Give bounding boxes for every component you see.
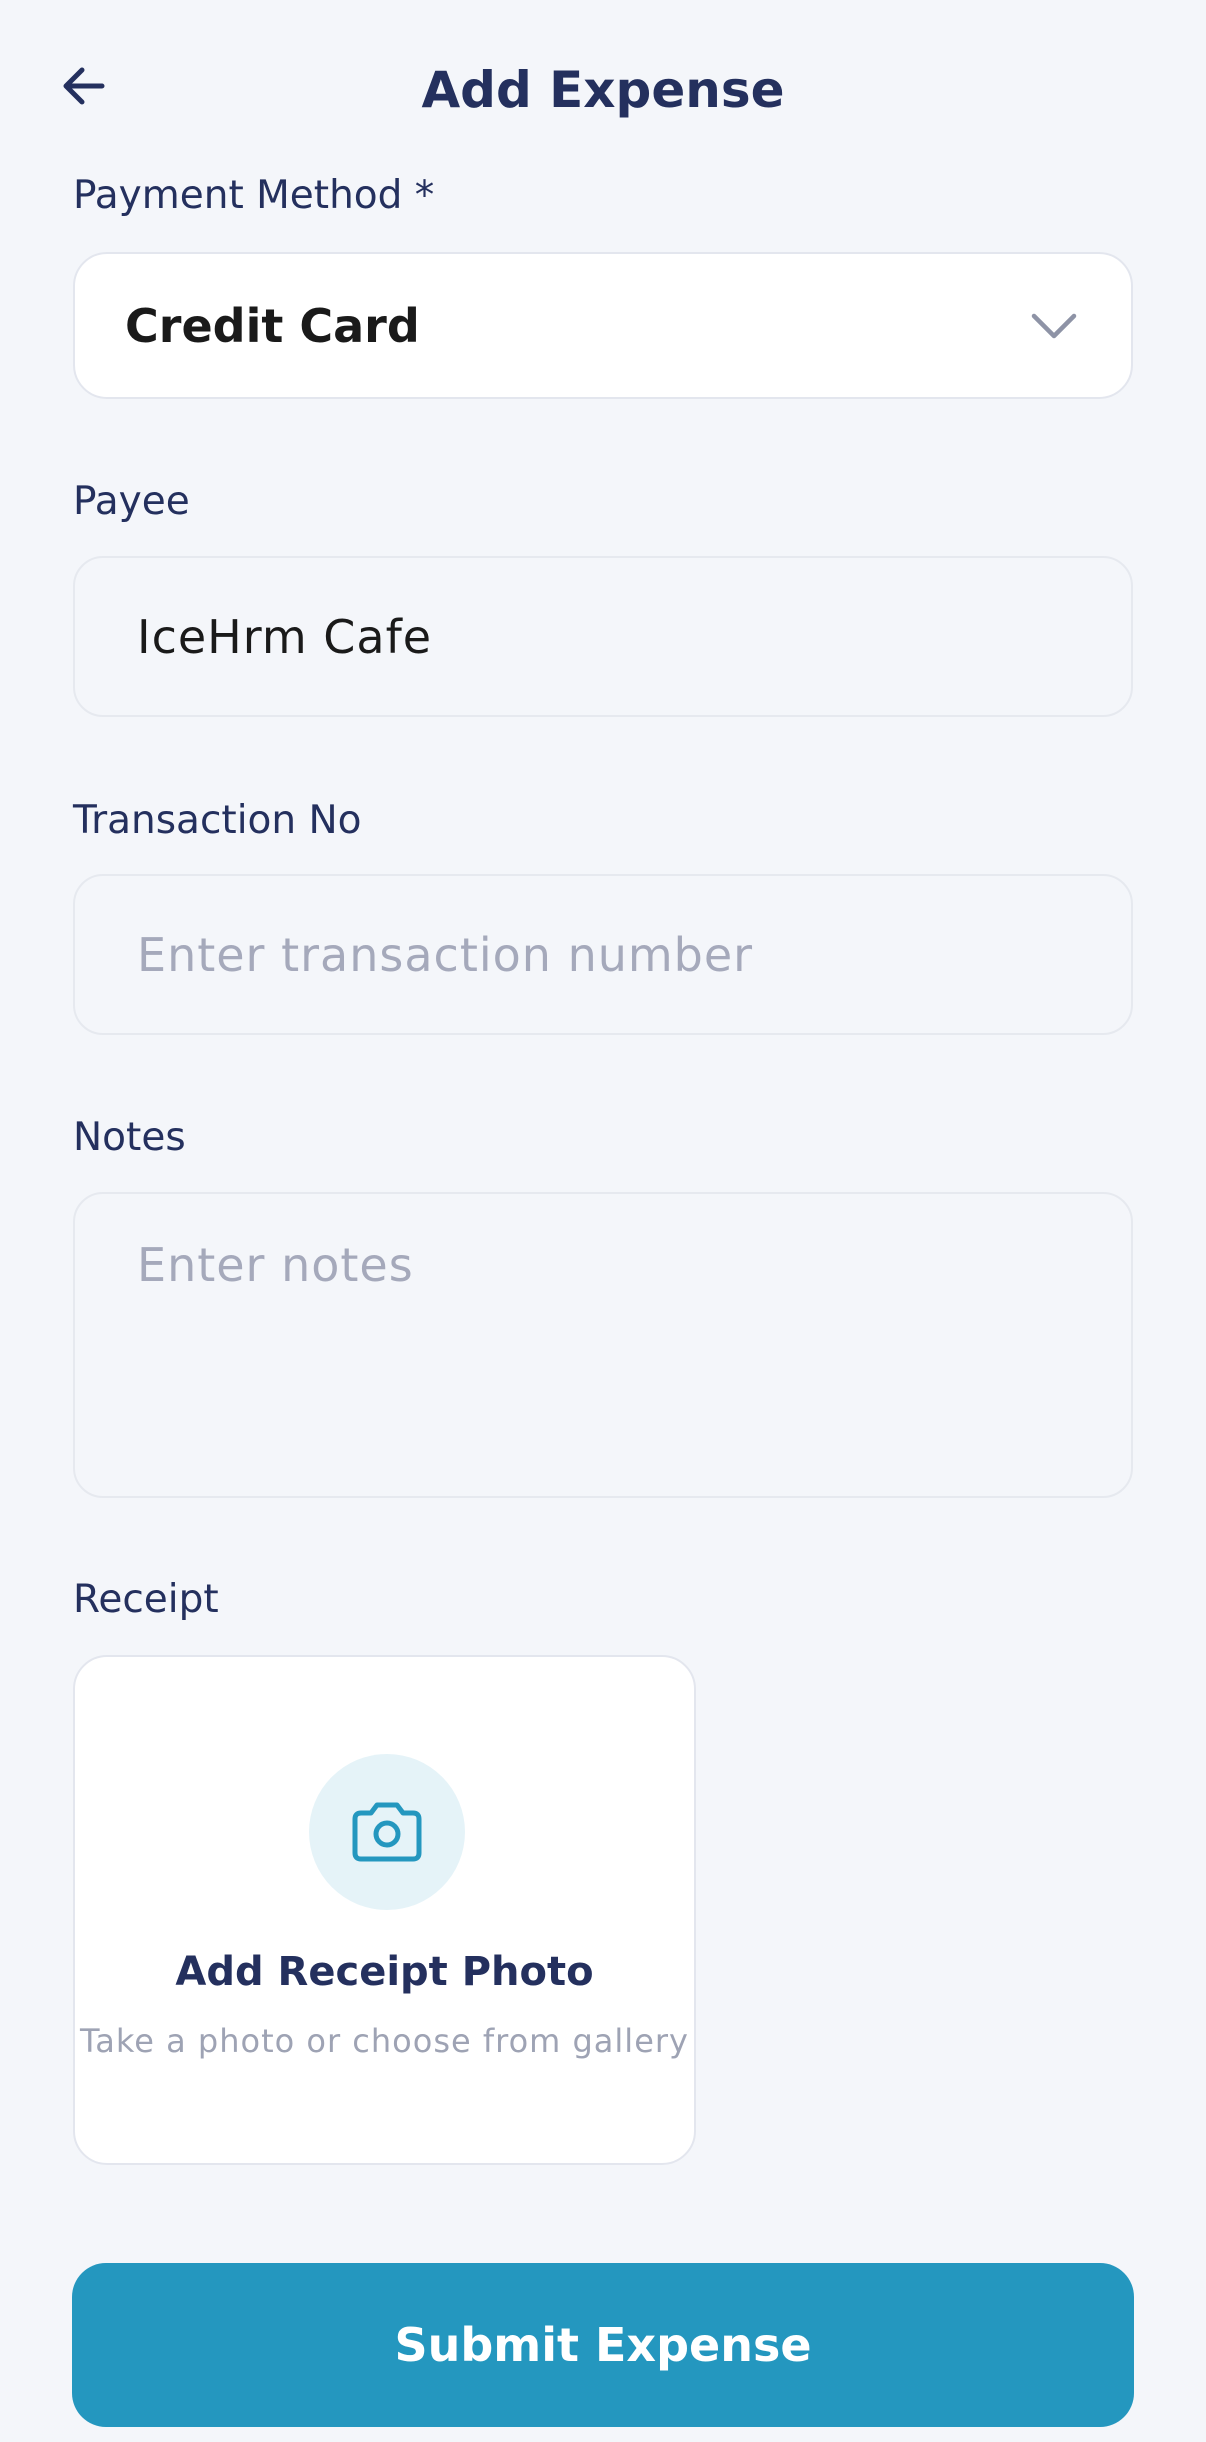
camera-icon-circle [309, 1754, 465, 1910]
header: Add Expense [0, 0, 1206, 180]
notes-input[interactable] [137, 1238, 1131, 1438]
chevron-down-icon [1031, 313, 1077, 338]
page-title: Add Expense [421, 61, 785, 119]
payee-field[interactable] [73, 556, 1133, 717]
payment-method-label: Payment Method * [73, 173, 435, 218]
payee-input[interactable] [137, 609, 1131, 664]
receipt-title: Add Receipt Photo [175, 1949, 594, 1995]
notes-label: Notes [73, 1115, 186, 1160]
payment-method-value: Credit Card [125, 298, 420, 353]
camera-icon [352, 1802, 422, 1862]
transaction-label: Transaction No [73, 798, 362, 843]
transaction-input[interactable] [137, 927, 1131, 982]
payee-label: Payee [73, 479, 190, 524]
submit-expense-button[interactable]: Submit Expense [72, 2263, 1134, 2427]
receipt-subtitle: Take a photo or choose from gallery [80, 2022, 689, 2060]
payment-method-select[interactable]: Credit Card [73, 252, 1133, 399]
add-expense-screen: Add Expense Payment Method * Credit Card… [0, 0, 1206, 2442]
receipt-label: Receipt [73, 1577, 219, 1622]
notes-field[interactable] [73, 1192, 1133, 1498]
transaction-field[interactable] [73, 874, 1133, 1035]
add-receipt-photo-button[interactable]: Add Receipt Photo Take a photo or choose… [73, 1655, 696, 2165]
